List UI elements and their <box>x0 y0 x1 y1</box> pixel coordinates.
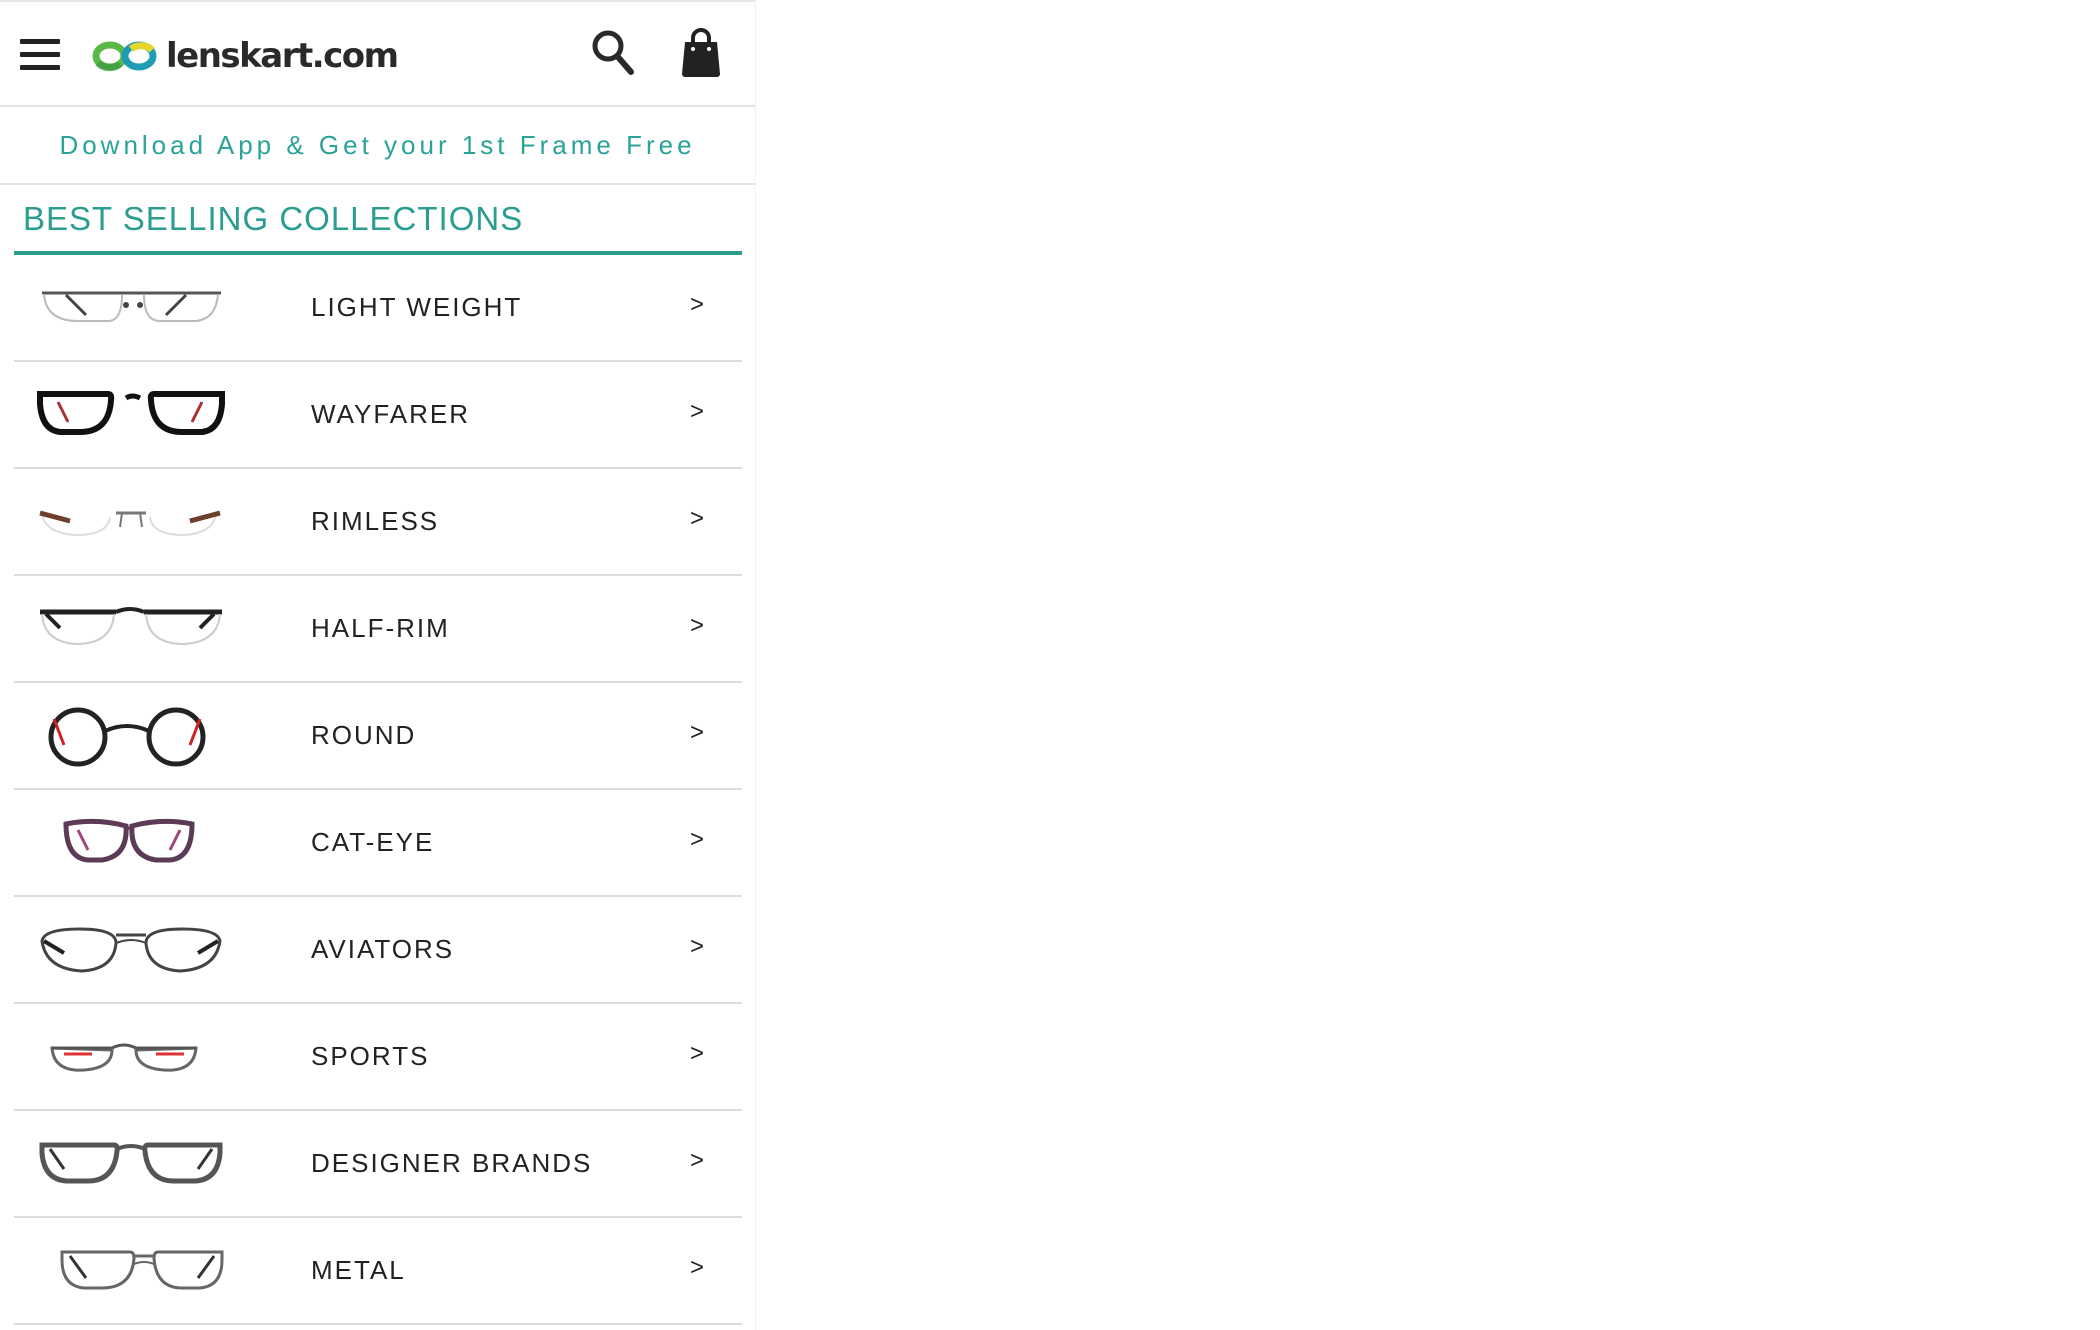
collection-label: RIMLESS <box>311 506 440 536</box>
aviator-glasses-icon <box>40 927 222 973</box>
cat-eye-glasses-icon <box>63 818 195 863</box>
light-weight-glasses-icon <box>42 291 221 322</box>
section-title: BEST SELLING COLLECTIONS <box>23 200 524 237</box>
chevron-right-icon: > <box>690 1254 705 1281</box>
collection-item-wayfarer[interactable]: WAYFARER > <box>14 362 742 469</box>
collection-item-metal[interactable]: METAL > <box>14 1218 742 1325</box>
logo-text: lenskart.com <box>166 36 399 76</box>
metal-glasses-icon <box>60 1250 224 1290</box>
lenskart-logo[interactable]: lenskart.com <box>90 32 399 80</box>
hamburger-menu-icon[interactable] <box>20 39 60 71</box>
promo-banner[interactable]: Download App & Get your 1st Frame Free <box>0 107 755 185</box>
collection-label: SPORTS <box>311 1041 430 1071</box>
half-rim-glasses-icon <box>40 607 222 646</box>
collection-item-light-weight[interactable]: LIGHT WEIGHT > <box>14 255 742 362</box>
designer-glasses-icon <box>39 1142 223 1184</box>
collection-item-designer-brands[interactable]: DESIGNER BRANDS > <box>14 1111 742 1218</box>
chevron-right-icon: > <box>690 1040 705 1067</box>
collection-label: ROUND <box>311 720 417 750</box>
collection-label: WAYFARER <box>311 399 471 429</box>
collection-label: HALF-RIM <box>311 613 450 643</box>
collection-item-aviators[interactable]: AVIATORS > <box>14 897 742 1004</box>
chevron-right-icon: > <box>690 826 705 853</box>
chevron-right-icon: > <box>690 933 705 960</box>
search-icon[interactable] <box>590 28 636 78</box>
chevron-right-icon: > <box>690 719 705 746</box>
chevron-right-icon: > <box>690 398 705 425</box>
collection-label: LIGHT WEIGHT <box>311 292 523 322</box>
promo-text: Download App & Get your 1st Frame Free <box>59 129 696 160</box>
page: lenskart.com Download App & Get your 1st… <box>0 0 2100 1330</box>
collection-item-rimless[interactable]: RIMLESS > <box>14 469 742 576</box>
collection-label: DESIGNER BRANDS <box>311 1148 593 1178</box>
collection-item-round[interactable]: ROUND > <box>14 683 742 790</box>
rimless-glasses-icon <box>39 510 221 537</box>
collection-item-cat-eye[interactable]: CAT-EYE > <box>14 790 742 897</box>
collection-item-half-rim[interactable]: HALF-RIM > <box>14 576 742 683</box>
sports-glasses-icon <box>50 1043 198 1072</box>
collection-label: AVIATORS <box>311 934 455 964</box>
collection-label: CAT-EYE <box>311 827 435 857</box>
chevron-right-icon: > <box>690 1147 705 1174</box>
collections-list: LIGHT WEIGHT > WAYFARER > RIMLESS > HALF… <box>14 255 742 1325</box>
chevron-right-icon: > <box>690 291 705 318</box>
top-header: lenskart.com <box>0 0 755 107</box>
collection-label: METAL <box>311 1255 406 1285</box>
chevron-right-icon: > <box>690 612 705 639</box>
round-glasses-icon <box>48 707 206 767</box>
mobile-viewport: lenskart.com Download App & Get your 1st… <box>0 0 756 1330</box>
chevron-right-icon: > <box>690 505 705 532</box>
wayfarer-glasses-icon <box>37 391 225 435</box>
infinity-glasses-logo-icon <box>92 41 157 72</box>
shopping-bag-icon[interactable] <box>680 26 722 78</box>
collection-item-sports[interactable]: SPORTS > <box>14 1004 742 1111</box>
